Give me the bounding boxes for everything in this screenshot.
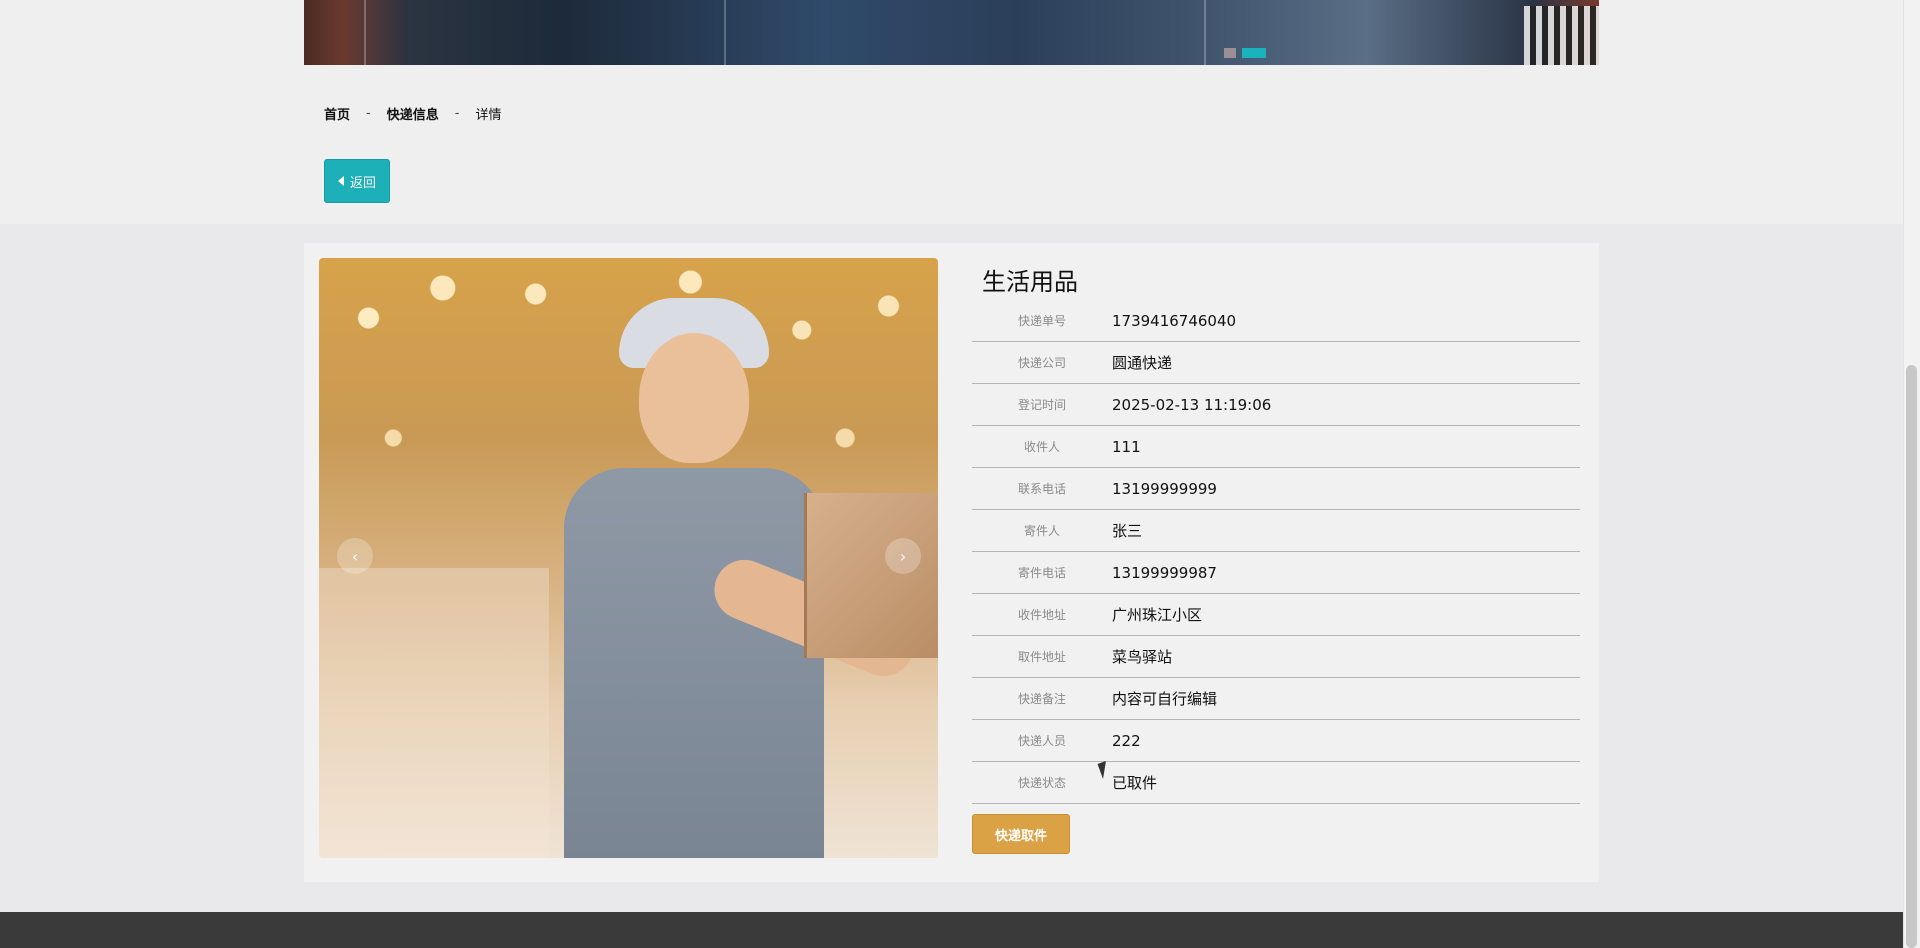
detail-row: 快递单号 1739416746040 [972, 300, 1580, 342]
scrollbar-thumb[interactable] [1906, 365, 1917, 948]
product-title: 生活用品 [982, 267, 1078, 296]
breadcrumb-current: 详情 [475, 108, 502, 123]
detail-card: ‹ › 生活用品 快递单号 1739416746040 快递公司 圆通快递 登记… [304, 243, 1599, 882]
detail-label: 寄件电话 [1017, 566, 1066, 580]
pickup-button[interactable]: 快递取件 [972, 814, 1070, 854]
detail-value: 已取件 [1112, 774, 1158, 792]
detail-value: 广州珠江小区 [1112, 606, 1203, 624]
detail-label: 快递状态 [1017, 776, 1066, 790]
scrollbar[interactable] [1903, 0, 1920, 948]
detail-label: 收件地址 [1017, 608, 1066, 622]
banner-dot-active[interactable] [1242, 48, 1266, 58]
caret-left-icon [337, 176, 344, 186]
detail-value: 111 [1112, 437, 1141, 456]
detail-row: 登记时间 2025-02-13 11:19:06 [972, 384, 1580, 426]
detail-row: 快递状态 已取件 [972, 762, 1580, 804]
detail-value: 1739416746040 [1112, 311, 1237, 330]
banner-decoration [1204, 0, 1206, 65]
detail-list: 生活用品 快递单号 1739416746040 快递公司 圆通快递 登记时间 2… [972, 258, 1580, 854]
banner-decoration [1524, 6, 1599, 65]
breadcrumb-section[interactable]: 快递信息 [387, 104, 439, 123]
detail-row: 寄件人 张三 [972, 510, 1580, 552]
detail-label: 收件人 [1023, 440, 1060, 454]
detail-value: 2025-02-13 11:19:06 [1112, 395, 1272, 414]
page: 首页 - 快递信息 - 详情 返回 ‹ › 生活用品 快递单号 17394167 [0, 0, 1920, 948]
detail-value: 13199999987 [1112, 563, 1217, 582]
banner-indicator [1224, 48, 1266, 58]
back-button[interactable]: 返回 [324, 159, 390, 203]
carousel-prev-icon[interactable]: ‹ [337, 538, 373, 574]
banner-carousel[interactable] [304, 0, 1599, 65]
top-band: 首页 - 快递信息 - 详情 返回 [0, 0, 1903, 224]
parcel-box [804, 493, 938, 658]
detail-value: 菜鸟驿站 [1112, 648, 1173, 666]
detail-label: 寄件人 [1023, 524, 1060, 538]
footer [0, 912, 1903, 948]
detail-label: 取件地址 [1017, 650, 1066, 664]
detail-value: 张三 [1112, 522, 1143, 540]
carousel-next-icon[interactable]: › [885, 538, 921, 574]
detail-row: 收件人 111 [972, 426, 1580, 468]
detail-value: 内容可自行编辑 [1112, 690, 1218, 708]
detail-label: 联系电话 [1017, 482, 1066, 496]
detail-row: 收件地址 广州珠江小区 [972, 594, 1580, 636]
detail-label: 快递备注 [1017, 692, 1066, 706]
banner-decoration [364, 0, 366, 65]
banner-dot[interactable] [1224, 48, 1236, 58]
courier-body [564, 468, 824, 858]
banner-decoration [724, 0, 726, 65]
detail-label: 快递人员 [1017, 734, 1066, 748]
breadcrumb-separator: - [454, 106, 460, 121]
breadcrumb-home[interactable]: 首页 [324, 104, 350, 123]
detail-value: 圆通快递 [1112, 354, 1173, 372]
detail-row: 联系电话 13199999999 [972, 468, 1580, 510]
detail-label: 快递公司 [1017, 356, 1066, 370]
courier-head [639, 333, 749, 463]
detail-row: 寄件电话 13199999987 [972, 552, 1580, 594]
detail-value: 13199999999 [1112, 479, 1217, 498]
detail-row: 取件地址 菜鸟驿站 [972, 636, 1580, 678]
breadcrumb: 首页 - 快递信息 - 详情 [324, 104, 501, 123]
background-shelf [319, 568, 549, 858]
detail-label: 登记时间 [1017, 398, 1066, 412]
back-button-label: 返回 [349, 175, 376, 191]
detail-label: 快递单号 [1017, 314, 1066, 328]
product-image-carousel[interactable]: ‹ › [319, 258, 938, 858]
detail-value: 222 [1112, 731, 1141, 750]
detail-row: 快递备注 内容可自行编辑 [972, 678, 1580, 720]
detail-row: 快递人员 222 [972, 720, 1580, 762]
detail-row: 快递公司 圆通快递 [972, 342, 1580, 384]
breadcrumb-separator: - [366, 106, 371, 121]
